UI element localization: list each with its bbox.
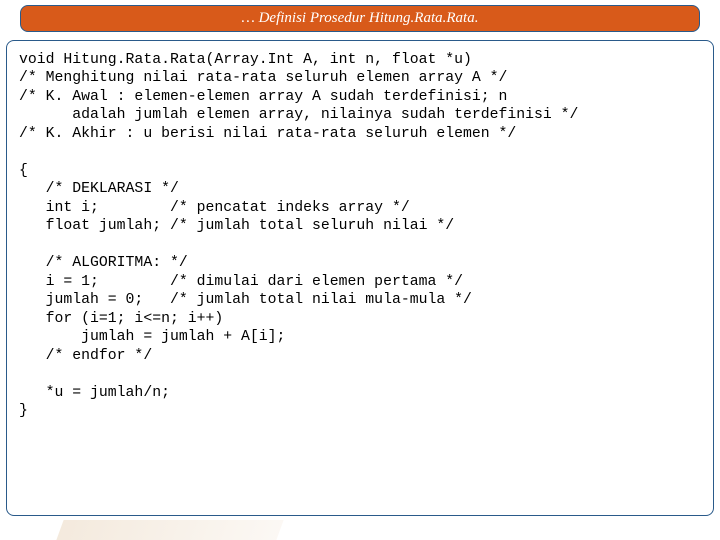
background-decoration xyxy=(56,520,283,540)
code-line: adalah jumlah elemen array, nilainya sud… xyxy=(19,107,578,123)
code-line: jumlah = jumlah + A[i]; xyxy=(19,329,285,345)
code-line: /* Menghitung nilai rata-rata seluruh el… xyxy=(19,70,507,86)
slide-title: … Definisi Prosedur Hitung.Rata.Rata. xyxy=(242,10,479,26)
code-line: /* ALGORITMA: */ xyxy=(19,255,188,271)
code-block: void Hitung.Rata.Rata(Array.Int A, int n… xyxy=(6,40,714,516)
code-line: for (i=1; i<=n; i++) xyxy=(19,311,223,327)
code-line: /* K. Akhir : u berisi nilai rata-rata s… xyxy=(19,126,516,142)
code-line: /* endfor */ xyxy=(19,348,152,364)
code-line: /* DEKLARASI */ xyxy=(19,181,179,197)
code-line: float jumlah; /* jumlah total seluruh ni… xyxy=(19,218,454,234)
code-line: { xyxy=(19,163,28,179)
code-line: void Hitung.Rata.Rata(Array.Int A, int n… xyxy=(19,52,472,68)
slide-title-box: … Definisi Prosedur Hitung.Rata.Rata. xyxy=(20,5,700,32)
code-line: } xyxy=(19,403,28,419)
code-line: i = 1; /* dimulai dari elemen pertama */ xyxy=(19,274,463,290)
code-line: /* K. Awal : elemen-elemen array A sudah… xyxy=(19,89,507,105)
code-line: jumlah = 0; /* jumlah total nilai mula-m… xyxy=(19,292,472,308)
code-line: *u = jumlah/n; xyxy=(19,385,170,401)
code-line: int i; /* pencatat indeks array */ xyxy=(19,200,410,216)
